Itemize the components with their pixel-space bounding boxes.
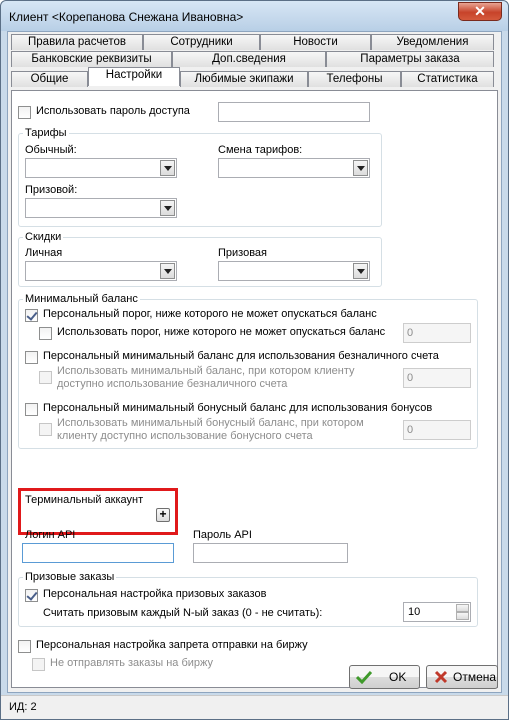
cashless-field[interactable]: 0	[403, 368, 471, 388]
personal-threshold-checkbox[interactable]	[25, 309, 38, 322]
bonus-field[interactable]: 0	[403, 420, 471, 440]
api-login-label: Логин API	[25, 529, 76, 541]
discounts-group-label: Скидки	[23, 231, 64, 243]
bonus-sub-label-2: клиенту доступно использование бонусного…	[57, 430, 313, 442]
tab-employees[interactable]: Сотрудники	[143, 34, 260, 50]
ok-button[interactable]: OK	[349, 665, 420, 689]
chevron-down-icon[interactable]	[160, 200, 175, 216]
use-password-checkbox[interactable]	[18, 106, 31, 119]
chevron-down-icon[interactable]	[353, 160, 368, 176]
personal-discount-label: Личная	[25, 247, 63, 259]
window-title: Клиент <Корепанова Снежана Ивановна>	[9, 10, 244, 24]
bonus-label: Персональный минимальный бонусный баланс…	[43, 402, 433, 414]
cashless-sub-checkbox[interactable]	[39, 371, 52, 384]
cashless-checkbox[interactable]	[25, 351, 38, 364]
prize-tariff-label: Призовой:	[25, 184, 78, 196]
cancel-label: Отмена	[453, 670, 497, 684]
change-tariff-combo[interactable]	[218, 158, 370, 178]
cashless-sub-label-1: Использовать минимальный баланс, при кот…	[57, 365, 355, 377]
status-bar: ИД: 2	[1, 695, 508, 719]
close-button[interactable]: ✕	[458, 2, 502, 21]
tab-favorite-crews[interactable]: Любимые экипажи	[180, 71, 308, 87]
cross-icon	[434, 670, 448, 684]
threshold-field[interactable]: 0	[403, 323, 471, 343]
settings-panel: Использовать пароль доступа Тарифы Обычн…	[11, 90, 498, 688]
cashless-label: Персональный минимальный баланс для испо…	[43, 350, 439, 362]
prize-orders-label: Персональная настройка призовых заказов	[43, 588, 267, 600]
nth-order-stepper[interactable]: 10	[403, 602, 471, 622]
use-threshold-label: Использовать порог, ниже которого не мож…	[57, 326, 386, 338]
password-field[interactable]	[218, 102, 370, 122]
tab-order-params[interactable]: Параметры заказа	[326, 51, 494, 67]
add-terminal-account-button[interactable]: +	[156, 508, 170, 522]
tab-statistics[interactable]: Статистика	[401, 71, 494, 87]
spin-up-button[interactable]	[456, 604, 469, 612]
title-bar[interactable]: Клиент <Корепанова Снежана Ивановна> ✕	[1, 1, 508, 31]
prize-discount-label: Призовая	[218, 247, 268, 259]
prize-orders-checkbox[interactable]	[25, 589, 38, 602]
tab-calc-rules[interactable]: Правила расчетов	[11, 34, 143, 50]
tab-phones[interactable]: Телефоны	[308, 71, 401, 87]
prize-discount-combo[interactable]	[218, 261, 370, 281]
api-password-label: Пароль API	[193, 529, 252, 541]
api-password-field[interactable]	[193, 543, 348, 563]
api-login-field[interactable]	[22, 543, 174, 563]
dialog-body: Правила расчетов Сотрудники Новости Увед…	[7, 31, 502, 693]
cashless-sub-label-2: доступно использование безналичного счет…	[57, 378, 288, 390]
tab-bank-details[interactable]: Банковские реквизиты	[11, 51, 172, 67]
personal-discount-combo[interactable]	[25, 261, 177, 281]
nth-order-label: Считать призовым каждый N-ый заказ (0 - …	[43, 607, 323, 619]
min-balance-group-label: Минимальный баланс	[23, 293, 140, 305]
use-password-label: Использовать пароль доступа	[36, 105, 190, 117]
nth-order-value: 10	[408, 606, 421, 618]
regular-tariff-label: Обычный:	[25, 144, 77, 156]
tab-additional-info[interactable]: Доп.сведения	[172, 51, 326, 67]
bonus-sub-checkbox[interactable]	[39, 423, 52, 436]
chevron-down-icon[interactable]	[353, 263, 368, 279]
exchange-label: Персональная настройка запрета отправки …	[36, 639, 308, 651]
bonus-sub-label-1: Использовать минимальный бонусный баланс…	[57, 417, 364, 429]
tariffs-group-label: Тарифы	[23, 127, 69, 139]
checkmark-icon	[356, 670, 372, 684]
chevron-down-icon[interactable]	[160, 160, 175, 176]
spin-down-button[interactable]	[456, 612, 469, 620]
tab-settings[interactable]: Настройки	[88, 67, 180, 86]
change-tariff-label: Смена тарифов:	[218, 144, 303, 156]
status-id: ИД: 2	[9, 701, 37, 713]
cancel-button[interactable]: Отмена	[426, 665, 498, 689]
terminal-account-label: Терминальный аккаунт	[25, 494, 144, 506]
prize-orders-group-label: Призовые заказы	[23, 571, 117, 583]
personal-threshold-label: Персональный порог, ниже которого не мож…	[43, 308, 377, 320]
chevron-down-icon[interactable]	[160, 263, 175, 279]
no-send-label: Не отправлять заказы на биржу	[50, 657, 214, 669]
no-send-checkbox[interactable]	[32, 658, 45, 671]
bonus-checkbox[interactable]	[25, 403, 38, 416]
tab-general[interactable]: Общие	[11, 71, 88, 87]
exchange-checkbox[interactable]	[18, 640, 31, 653]
regular-tariff-combo[interactable]	[25, 158, 177, 178]
use-threshold-checkbox[interactable]	[39, 327, 52, 340]
ok-label: OK	[389, 670, 407, 684]
tab-notifications[interactable]: Уведомления	[371, 34, 494, 50]
tab-news[interactable]: Новости	[260, 34, 371, 50]
client-window: Клиент <Корепанова Снежана Ивановна> ✕ П…	[0, 0, 509, 720]
terminal-account-field[interactable]	[23, 506, 171, 524]
prize-tariff-combo[interactable]	[25, 198, 177, 218]
